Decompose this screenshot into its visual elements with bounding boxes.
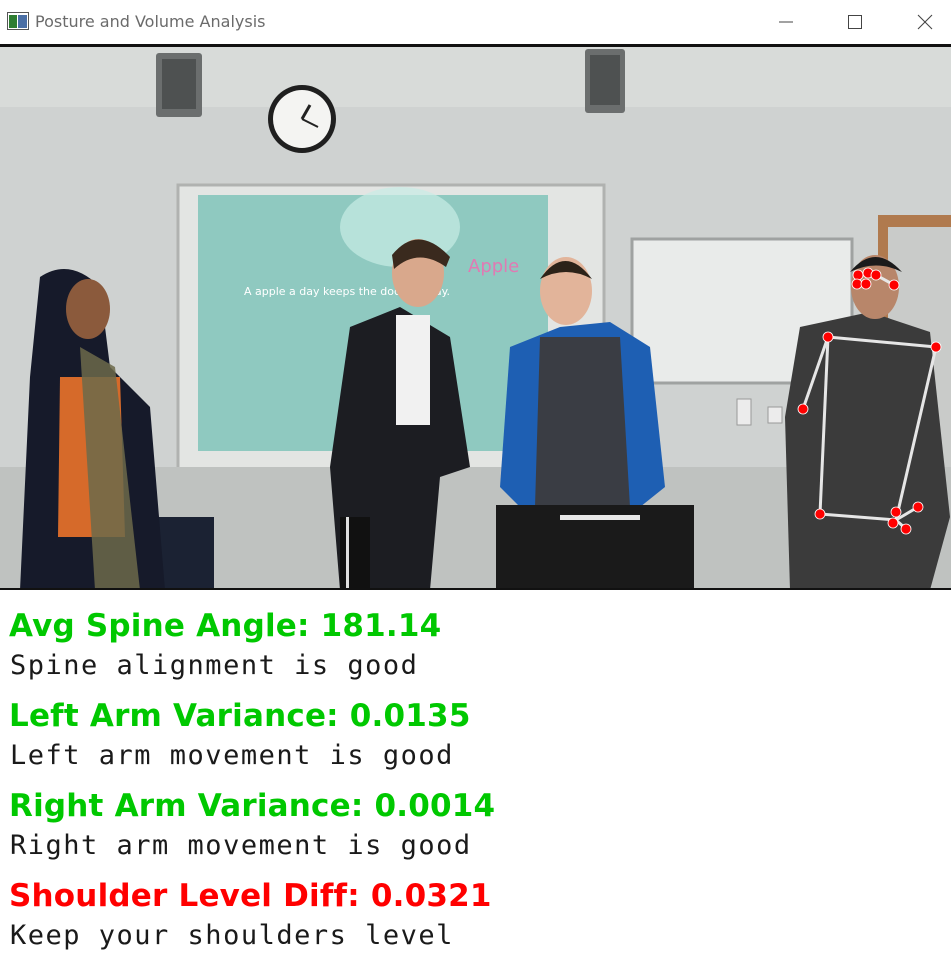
spine-angle-feedback: Spine alignment is good <box>10 650 419 681</box>
keypoint-marker <box>870 269 882 281</box>
left-arm-variance-metric: Left Arm Variance: 0.0135 <box>9 698 471 734</box>
minimize-button[interactable] <box>756 0 816 44</box>
maximize-button[interactable] <box>825 0 885 44</box>
analysis-panel: Avg Spine Angle: 181.14 Spine alignment … <box>0 590 951 970</box>
keypoint-marker <box>887 517 899 529</box>
keypoint-marker <box>900 523 912 535</box>
keypoint-marker <box>912 501 924 513</box>
spine-angle-metric: Avg Spine Angle: 181.14 <box>9 608 442 644</box>
shoulder-level-metric: Shoulder Level Diff: 0.0321 <box>9 878 492 914</box>
left-arm-feedback: Left arm movement is good <box>10 740 454 771</box>
close-button[interactable] <box>895 0 951 44</box>
maximize-icon <box>848 15 862 29</box>
keypoint-marker <box>890 506 902 518</box>
video-frame: Apple A apple a day keeps the doctor awa… <box>0 47 951 590</box>
minimize-icon <box>779 21 793 23</box>
window-app-icon <box>7 12 29 30</box>
right-arm-feedback: Right arm movement is good <box>10 830 472 861</box>
window-title: Posture and Volume Analysis <box>35 12 266 31</box>
keypoint-marker <box>797 403 809 415</box>
keypoint-marker <box>814 508 826 520</box>
title-bar: Posture and Volume Analysis <box>0 0 951 47</box>
shoulder-level-feedback: Keep your shoulders level <box>10 920 454 951</box>
keypoint-marker <box>888 279 900 291</box>
keypoint-marker <box>860 278 872 290</box>
keypoint-marker <box>822 331 834 343</box>
right-arm-variance-metric: Right Arm Variance: 0.0014 <box>9 788 496 824</box>
close-icon <box>917 14 933 30</box>
wall-clock-icon <box>268 85 336 153</box>
keypoint-marker <box>852 269 864 281</box>
slide-title: Apple <box>468 256 519 277</box>
keypoint-marker <box>930 341 942 353</box>
keypoint-marker <box>851 278 863 290</box>
